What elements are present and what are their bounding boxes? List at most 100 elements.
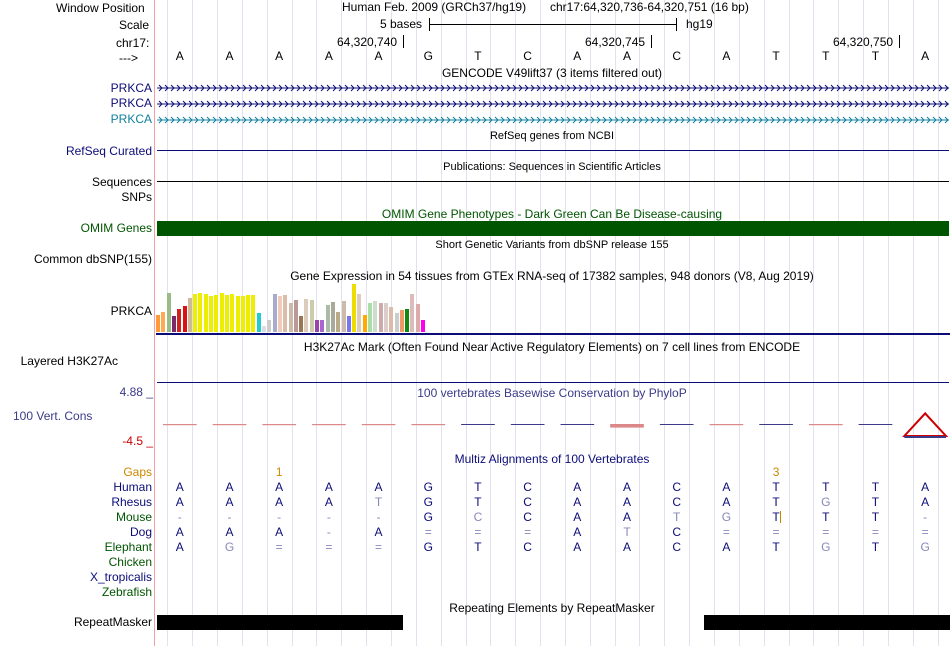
multiz-species-label[interactable]: Elephant bbox=[0, 540, 152, 554]
gtex-tissue-bar[interactable] bbox=[283, 295, 288, 332]
gtex-tissue-bar[interactable] bbox=[421, 320, 425, 332]
gtex-tissue-bar[interactable] bbox=[410, 294, 415, 332]
gtex-tissue-bar[interactable] bbox=[352, 284, 357, 332]
gtex-tissue-bar[interactable] bbox=[209, 296, 213, 332]
gtex-tissue-bar[interactable] bbox=[304, 299, 309, 332]
h3k27ac-track-title[interactable]: H3K27Ac Mark (Often Found Near Active Re… bbox=[304, 340, 800, 354]
gtex-tissue-bar[interactable] bbox=[262, 326, 266, 332]
gtex-tissue-bar[interactable] bbox=[315, 320, 319, 332]
position-readout[interactable]: chr17:64,320,736-64,320,751 (16 bp) bbox=[550, 0, 749, 14]
multiz-species-label[interactable]: X_tropicalis bbox=[0, 570, 152, 584]
gtex-tissue-bar[interactable] bbox=[214, 295, 219, 332]
gtex-tissue-bar[interactable] bbox=[325, 305, 330, 332]
gtex-tissue-bar[interactable] bbox=[299, 316, 304, 332]
gencode-track-title[interactable]: GENCODE V49lift37 (3 items filtered out) bbox=[442, 66, 662, 80]
gencode-gene-label[interactable]: PRKCA bbox=[0, 81, 152, 95]
repeatmasker-track-title[interactable]: Repeating Elements by RepeatMasker bbox=[449, 601, 654, 615]
gtex-tissue-bar[interactable] bbox=[357, 294, 362, 332]
gtex-tissue-bar[interactable] bbox=[288, 303, 293, 332]
gtex-tissue-bar[interactable] bbox=[330, 302, 335, 332]
gtex-tissue-bar[interactable] bbox=[389, 307, 394, 332]
publications-snps-label[interactable]: SNPs bbox=[0, 190, 152, 204]
gtex-tissue-bar[interactable] bbox=[405, 309, 410, 332]
gtex-tissue-bar[interactable] bbox=[219, 293, 224, 332]
gtex-tissue-bar[interactable] bbox=[362, 315, 367, 332]
multiz-species-label[interactable]: Dog bbox=[0, 525, 152, 539]
gtex-tissue-bar[interactable] bbox=[251, 295, 256, 332]
dbsnp-track-label[interactable]: Common dbSNP(155) bbox=[0, 252, 152, 266]
publications-sequences-label[interactable]: Sequences bbox=[0, 175, 152, 189]
phylop-score-bar[interactable] bbox=[461, 424, 495, 425]
phylop-score-bar[interactable] bbox=[361, 424, 396, 426]
gtex-tissue-bar[interactable] bbox=[277, 296, 282, 332]
multiz-species-label[interactable]: Chicken bbox=[0, 555, 152, 569]
omim-gene-bar[interactable] bbox=[157, 221, 949, 236]
phylop-score-bar[interactable] bbox=[262, 424, 297, 426]
gtex-tissue-bar[interactable] bbox=[161, 312, 166, 332]
gtex-tissue-bar[interactable] bbox=[341, 301, 346, 332]
gtex-tissue-bar[interactable] bbox=[320, 320, 325, 332]
multiz-species-label[interactable]: Zebrafish bbox=[0, 585, 152, 599]
gtex-tissue-bar[interactable] bbox=[256, 313, 261, 332]
phylop-score-bar[interactable] bbox=[163, 424, 197, 426]
gencode-transcripts[interactable] bbox=[155, 80, 950, 126]
omim-track-title[interactable]: OMIM Gene Phenotypes - Dark Green Can Be… bbox=[382, 207, 722, 221]
phylop-score-bar[interactable] bbox=[808, 424, 843, 426]
gtex-tissue-bar[interactable] bbox=[293, 300, 298, 332]
gtex-tissue-bar[interactable] bbox=[198, 293, 203, 332]
gencode-gene-label[interactable]: PRKCA bbox=[0, 112, 152, 126]
phylop-score-bar[interactable] bbox=[510, 424, 545, 425]
phylop-track-label[interactable]: 100 Vert. Cons bbox=[13, 409, 92, 423]
gtex-tissue-bar[interactable] bbox=[394, 313, 399, 332]
multiz-species-label[interactable]: Human bbox=[0, 480, 152, 494]
phylop-score-bar[interactable] bbox=[610, 424, 644, 428]
refseq-track-label[interactable]: RefSeq Curated bbox=[0, 144, 152, 158]
phylop-score-bar[interactable] bbox=[560, 424, 595, 425]
gtex-tissue-bar[interactable] bbox=[267, 320, 272, 332]
publications-track-title[interactable]: Publications: Sequences in Scientific Ar… bbox=[443, 160, 661, 174]
gtex-tissue-bar[interactable] bbox=[193, 294, 198, 332]
phylop-score-bar[interactable] bbox=[858, 424, 893, 425]
multiz-track-title[interactable]: Multiz Alignments of 100 Vertebrates bbox=[455, 452, 650, 466]
repeatmasker-blocks[interactable] bbox=[155, 615, 950, 630]
gtex-tissue-bar[interactable] bbox=[383, 303, 388, 332]
gtex-tissue-bar[interactable] bbox=[373, 301, 378, 332]
phylop-peak[interactable] bbox=[902, 411, 949, 437]
gtex-tissue-bar[interactable] bbox=[187, 298, 192, 332]
gtex-tissue-bar[interactable] bbox=[177, 309, 182, 332]
gtex-tissue-bar[interactable] bbox=[235, 296, 240, 332]
phylop-score-bar[interactable] bbox=[659, 424, 694, 425]
gtex-tissue-bar[interactable] bbox=[230, 294, 235, 332]
omim-track-label[interactable]: OMIM Genes bbox=[0, 221, 152, 235]
refseq-track-title[interactable]: RefSeq genes from NCBI bbox=[490, 129, 614, 143]
gtex-tissue-bar[interactable] bbox=[171, 316, 176, 332]
repeat-element-block[interactable] bbox=[157, 615, 404, 630]
phylop-wiggle[interactable] bbox=[155, 392, 950, 446]
multiz-species-label[interactable]: Mouse bbox=[0, 510, 152, 524]
gtex-tissue-bar[interactable] bbox=[415, 304, 420, 332]
publications-line[interactable] bbox=[157, 181, 949, 182]
gtex-tissue-bar[interactable] bbox=[272, 294, 277, 332]
gtex-tissue-bar[interactable] bbox=[182, 306, 187, 332]
gtex-bar-chart[interactable] bbox=[156, 284, 556, 332]
phylop-score-bar[interactable] bbox=[212, 424, 247, 426]
gtex-tissue-bar[interactable] bbox=[309, 300, 314, 332]
gtex-track-title[interactable]: Gene Expression in 54 tissues from GTEx … bbox=[290, 269, 814, 283]
gtex-tissue-bar[interactable] bbox=[246, 295, 251, 332]
gtex-tissue-bar[interactable] bbox=[166, 293, 171, 332]
gtex-tissue-bar[interactable] bbox=[156, 315, 160, 332]
dbsnp-track-title[interactable]: Short Genetic Variants from dbSNP releas… bbox=[435, 238, 668, 252]
phylop-score-bar[interactable] bbox=[759, 424, 793, 425]
h3k27ac-track-label[interactable]: Layered H3K27Ac bbox=[0, 354, 118, 368]
multiz-species-label[interactable]: Rhesus bbox=[0, 495, 152, 509]
gtex-tissue-bar[interactable] bbox=[203, 294, 208, 332]
gencode-gene-label[interactable]: PRKCA bbox=[0, 96, 152, 110]
phylop-score-bar[interactable] bbox=[709, 424, 744, 426]
gtex-tissue-bar[interactable] bbox=[336, 312, 341, 332]
gtex-tissue-bar[interactable] bbox=[240, 296, 245, 332]
repeatmasker-track-label[interactable]: RepeatMasker bbox=[0, 615, 152, 629]
repeat-element-block[interactable] bbox=[703, 615, 950, 630]
gtex-tissue-bar[interactable] bbox=[399, 310, 404, 332]
gtex-tissue-bar[interactable] bbox=[378, 303, 383, 332]
gtex-tissue-bar[interactable] bbox=[224, 295, 229, 332]
